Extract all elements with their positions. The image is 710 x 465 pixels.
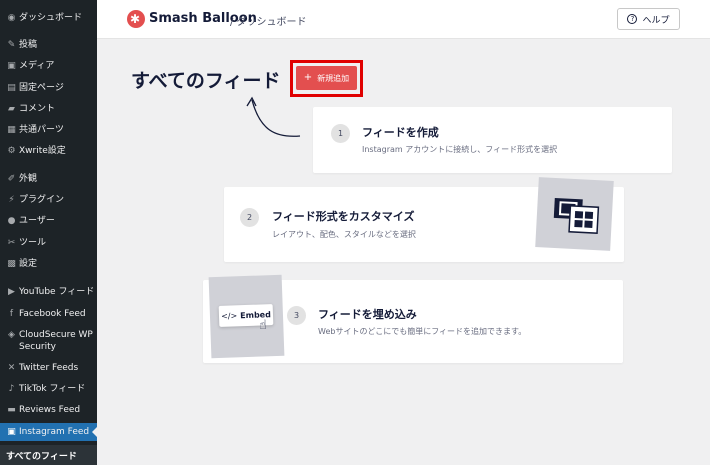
smash-balloon-logo-icon [127, 10, 145, 28]
help-button[interactable]: ? ヘルプ [617, 8, 680, 30]
plugin-header: Smash Balloon / ダッシュボード ? ヘルプ [97, 0, 710, 39]
step-description: Instagram アカウントに接続し、フィード形式を選択 [362, 145, 558, 154]
sidebar-item-appearance[interactable]: ✐ 外観 [0, 173, 97, 185]
sidebar-item-tiktok-feed[interactable]: ♪ TikTok フィード [0, 383, 97, 395]
settings-icon: ▩ [7, 259, 16, 269]
sidebar-item-label: Facebook Feed [19, 309, 86, 319]
sidebar-item-label: Reviews Feed [19, 405, 81, 415]
sidebar-item-label: CloudSecure WP Security [19, 330, 93, 352]
hand-cursor-icon: ☝ [259, 318, 267, 333]
submenu-label: すべてのフィード [6, 452, 77, 462]
plugin-icon: ⚡ [8, 195, 15, 205]
sidebar-item-label: 外観 [19, 174, 38, 184]
sidebar-item-settings[interactable]: ▩ 設定 [0, 258, 97, 270]
sidebar-item-common-parts[interactable]: ▦ 共通パーツ [0, 124, 97, 136]
sidebar-item-twitter-feeds[interactable]: ✕ Twitter Feeds [0, 362, 97, 374]
step-number: 2 [240, 208, 259, 227]
step-number: 3 [287, 306, 306, 325]
sidebar-item-label: 設定 [19, 259, 38, 269]
sidebar-item-cloudsecure[interactable]: ◈ CloudSecure WP Security [0, 329, 97, 353]
sidebar-item-label: TikTok フィード [19, 384, 86, 394]
help-label: ヘルプ [642, 15, 670, 26]
user-icon: ● [7, 216, 16, 226]
sidebar-item-instagram-feed[interactable]: ▣ Instagram Feed [0, 423, 97, 441]
dashboard-icon: ◉ [7, 13, 16, 23]
reviews-icon: ▬ [7, 405, 16, 415]
sidebar-item-posts[interactable]: ✎ 投稿 [0, 39, 97, 51]
sidebar-item-label: Instagram Feed [19, 427, 90, 437]
page-icon: ▤ [7, 83, 16, 93]
sidebar-item-plugins[interactable]: ⚡ プラグイン [0, 194, 97, 206]
sidebar-item-label: 固定ページ [19, 83, 64, 93]
sidebar-item-label: コメント [19, 104, 56, 114]
sidebar-item-label: Xwrite設定 [19, 146, 66, 156]
sidebar-item-xwrite-settings[interactable]: ⚙ Xwrite設定 [0, 145, 97, 157]
add-new-button[interactable]: + 新規追加 [296, 66, 357, 90]
sidebar-item-comments[interactable]: ▰ コメント [0, 103, 97, 115]
code-icon: </> [220, 311, 238, 321]
gear-icon: ⚙ [7, 146, 16, 156]
tiktok-icon: ♪ [8, 384, 15, 394]
media-icon: ▣ [7, 61, 16, 71]
step-title: フィード形式をカスタマイズ [272, 210, 415, 223]
sidebar-item-dashboard[interactable]: ◉ ダッシュボード [0, 12, 97, 24]
plus-icon: + [303, 72, 313, 83]
parts-icon: ▦ [7, 125, 16, 135]
step-description: Webサイトのどこにでも簡単にフィードを追加できます。 [318, 327, 527, 336]
facebook-icon: f [9, 309, 14, 319]
youtube-icon: ▶ [8, 287, 15, 297]
step-title: フィードを埋め込み [318, 308, 417, 321]
step-title: フィードを作成 [362, 126, 439, 139]
instagram-icon: ▣ [7, 427, 16, 437]
sidebar-item-label: ダッシュボード [19, 13, 83, 23]
layout-illustration-icon [535, 177, 614, 251]
sidebar-item-label: Twitter Feeds [19, 363, 79, 373]
sidebar-item-youtube-feed[interactable]: ▶ YouTube フィード [0, 286, 97, 298]
admin-sidebar: ◉ ダッシュボード ✎ 投稿 ▣ メディア ▤ 固定ページ ▰ コメント ▦ 共通パーツ ⚙… [0, 0, 97, 465]
sidebar-item-label: 投稿 [19, 40, 38, 50]
sidebar-item-label: 共通パーツ [19, 125, 64, 135]
page-title: すべてのフィード [131, 70, 281, 92]
curved-arrow-icon [246, 96, 301, 137]
sidebar-item-users[interactable]: ● ユーザー [0, 215, 97, 227]
sidebar-item-reviews-feed[interactable]: ▬ Reviews Feed [0, 404, 97, 416]
sidebar-item-label: プラグイン [19, 195, 65, 205]
sidebar-item-label: ツール [19, 238, 47, 248]
pin-icon: ✎ [7, 40, 16, 50]
breadcrumb: / ダッシュボード [230, 17, 307, 28]
sidebar-item-label: メディア [19, 61, 55, 71]
sidebar-item-facebook-feed[interactable]: f Facebook Feed [0, 308, 97, 320]
comment-icon: ▰ [8, 104, 15, 114]
brush-icon: ✐ [7, 174, 16, 184]
x-icon: ✕ [7, 363, 16, 373]
sidebar-item-label: YouTube フィード [19, 287, 95, 297]
grid-layout-icon [553, 197, 600, 234]
step-number: 1 [331, 124, 350, 143]
step-description: レイアウト、配色、スタイルなどを選択 [272, 230, 416, 239]
submenu-all-feeds[interactable]: すべてのフィード [0, 445, 97, 465]
shield-icon: ◈ [8, 330, 15, 340]
step-card-create-feed [313, 107, 672, 173]
question-icon: ? [627, 14, 638, 24]
sidebar-item-media[interactable]: ▣ メディア [0, 60, 97, 72]
sidebar-item-tools[interactable]: ✂ ツール [0, 237, 97, 249]
sidebar-item-label: ユーザー [19, 216, 55, 226]
wrench-icon: ✂ [7, 238, 16, 248]
sidebar-item-pages[interactable]: ▤ 固定ページ [0, 82, 97, 94]
add-new-label: 新規追加 [317, 73, 350, 83]
